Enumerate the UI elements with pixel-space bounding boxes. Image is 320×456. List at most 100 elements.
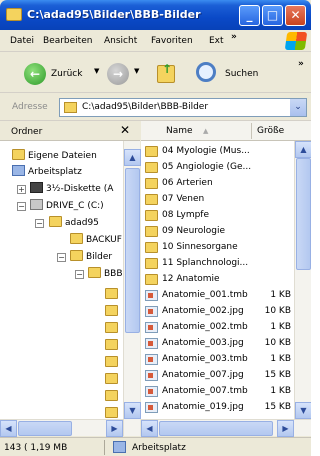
menu-more[interactable]: »	[231, 32, 237, 42]
list-item[interactable]: 05 Angiologie (Ge...	[145, 161, 293, 175]
list-item-size: 10 KB	[264, 338, 291, 348]
list-item-size: 15 KB	[264, 402, 291, 412]
list-item[interactable]: 12 Anatomie	[145, 273, 293, 287]
list-item-size: 1 KB	[270, 290, 291, 300]
tree-item-arbeitsplatz[interactable]: Arbeitsplatz	[12, 165, 82, 180]
menu-favoriten[interactable]: Favoriten	[151, 36, 193, 46]
menu-extras[interactable]: Ext	[209, 36, 224, 46]
title-bar[interactable]: C:\adad95\Bilder\BBB-Bilder _ □ ✕	[0, 0, 311, 30]
toolbar-more[interactable]: »	[298, 59, 304, 69]
collapse-icon[interactable]: −	[35, 219, 44, 228]
subfolder-icon[interactable]	[105, 390, 118, 401]
file-list-pane: Name ▲ Größe 04 Myologie (Mus... 05 Angio…	[141, 121, 311, 437]
scroll-thumb[interactable]	[18, 421, 72, 436]
tree-item-diskette[interactable]: 3½-Diskette (A	[30, 182, 113, 197]
list-item-name: 12 Anatomie	[162, 274, 220, 284]
scroll-up-icon[interactable]: ▲	[124, 149, 141, 166]
tree-item-drive-c[interactable]: DRIVE_C (C:)	[30, 199, 104, 214]
list-item[interactable]: Anatomie_007.jpg 15 KB	[145, 369, 293, 383]
list-item[interactable]: 04 Myologie (Mus...	[145, 145, 293, 159]
list-item[interactable]: 11 Splanchnologi...	[145, 257, 293, 271]
search-icon[interactable]	[196, 62, 216, 82]
list-item[interactable]: Anatomie_007.tmb 1 KB	[145, 385, 293, 399]
folder-icon	[145, 162, 158, 173]
collapse-icon[interactable]: −	[75, 270, 84, 279]
menu-ansicht[interactable]: Ansicht	[104, 36, 137, 46]
subfolder-icon[interactable]	[105, 407, 118, 418]
minimize-button[interactable]: _	[239, 5, 260, 26]
list-item[interactable]: 10 Sinnesorgane	[145, 241, 293, 255]
folder-pane-vscrollbar[interactable]: ▲ ▼	[123, 141, 141, 436]
file-list-hscrollbar[interactable]: ◀ ▶	[141, 419, 311, 437]
list-item[interactable]: Anatomie_001.tmb 1 KB	[145, 289, 293, 303]
address-label: Adresse	[12, 102, 48, 112]
scroll-thumb[interactable]	[125, 168, 140, 333]
list-item-name: Anatomie_003.tmb	[162, 354, 248, 364]
list-item-name: Anatomie_003.jpg	[162, 338, 244, 348]
back-dropdown-icon[interactable]: ▼	[94, 67, 99, 75]
scroll-right-icon[interactable]: ▶	[106, 420, 123, 437]
list-item-size: 1 KB	[270, 354, 291, 364]
tree-item-backup[interactable]: BACKUF	[70, 233, 122, 248]
subfolder-icon[interactable]	[105, 339, 118, 350]
forward-dropdown-icon[interactable]: ▼	[134, 67, 139, 75]
scroll-right-icon[interactable]: ▶	[277, 420, 294, 437]
folder-icon	[12, 149, 25, 160]
list-item-name: 10 Sinnesorgane	[162, 242, 238, 252]
menu-bearbeiten[interactable]: Bearbeiten	[43, 36, 92, 46]
list-item[interactable]: 08 Lympfe	[145, 209, 293, 223]
search-button-label[interactable]: Suchen	[225, 69, 258, 79]
address-path[interactable]: C:\adad95\Bilder\BBB-Bilder	[82, 102, 208, 112]
column-divider[interactable]	[251, 123, 252, 139]
list-item-name: 06 Arterien	[162, 178, 213, 188]
collapse-icon[interactable]: −	[17, 202, 26, 211]
scroll-down-icon[interactable]: ▼	[124, 402, 141, 419]
list-item[interactable]: Anatomie_002.jpg 10 KB	[145, 305, 293, 319]
scroll-up-icon[interactable]: ▲	[295, 141, 311, 158]
image-file-icon	[145, 290, 158, 301]
tree-item-adad95[interactable]: adad95	[49, 216, 99, 231]
list-item[interactable]: 06 Arterien	[145, 177, 293, 191]
scroll-left-icon[interactable]: ◀	[0, 420, 17, 437]
close-icon[interactable]: ✕	[120, 123, 130, 137]
list-item[interactable]: Anatomie_003.tmb 1 KB	[145, 353, 293, 367]
menu-datei[interactable]: Datei	[10, 36, 34, 46]
back-arrow-icon[interactable]: ←	[24, 63, 46, 85]
scroll-thumb[interactable]	[159, 421, 273, 436]
image-file-icon	[145, 386, 158, 397]
subfolder-icon[interactable]	[105, 288, 118, 299]
list-item[interactable]: 07 Venen	[145, 193, 293, 207]
list-header: Name ▲ Größe	[141, 121, 311, 141]
tree-item-eigene-dateien[interactable]: Eigene Dateien	[12, 149, 97, 164]
folder-icon	[88, 267, 101, 278]
back-button-label[interactable]: Zurück	[51, 69, 82, 79]
expand-icon[interactable]: +	[17, 185, 26, 194]
list-item[interactable]: Anatomie_002.tmb 1 KB	[145, 321, 293, 335]
address-input[interactable]: C:\adad95\Bilder\BBB-Bilder ⌄	[59, 98, 307, 117]
scroll-thumb[interactable]	[296, 158, 311, 270]
subfolder-icon[interactable]	[105, 322, 118, 333]
subfolder-icon[interactable]	[105, 356, 118, 367]
list-item-name: Anatomie_002.tmb	[162, 322, 248, 332]
folder-pane-hscrollbar[interactable]: ◀ ▶	[0, 419, 123, 437]
subfolder-icon[interactable]	[105, 305, 118, 316]
maximize-button[interactable]: □	[262, 5, 283, 26]
list-item[interactable]: Anatomie_019.jpg 15 KB	[145, 401, 293, 415]
collapse-icon[interactable]: −	[57, 253, 66, 262]
scroll-left-icon[interactable]: ◀	[141, 420, 158, 437]
subfolder-icon[interactable]	[105, 373, 118, 384]
column-header-size[interactable]: Größe	[257, 126, 284, 136]
scroll-down-icon[interactable]: ▼	[295, 402, 311, 419]
file-list-vscrollbar[interactable]: ▲ ▼	[294, 141, 311, 419]
address-dropdown-icon[interactable]: ⌄	[290, 99, 306, 116]
list-item[interactable]: 09 Neurologie	[145, 225, 293, 239]
column-header-name[interactable]: Name	[166, 126, 193, 136]
list-item[interactable]: Anatomie_003.jpg 10 KB	[145, 337, 293, 351]
tree-item-bbb[interactable]: BBB	[88, 267, 123, 282]
forward-arrow-icon[interactable]: →	[107, 63, 129, 85]
close-button[interactable]: ✕	[285, 5, 306, 26]
window-title: C:\adad95\Bilder\BBB-Bilder	[27, 8, 201, 21]
hard-drive-icon	[30, 199, 43, 210]
tree-item-bilder[interactable]: Bilder	[70, 250, 112, 265]
explorer-window: C:\adad95\Bilder\BBB-Bilder _ □ ✕ Datei …	[0, 0, 311, 456]
